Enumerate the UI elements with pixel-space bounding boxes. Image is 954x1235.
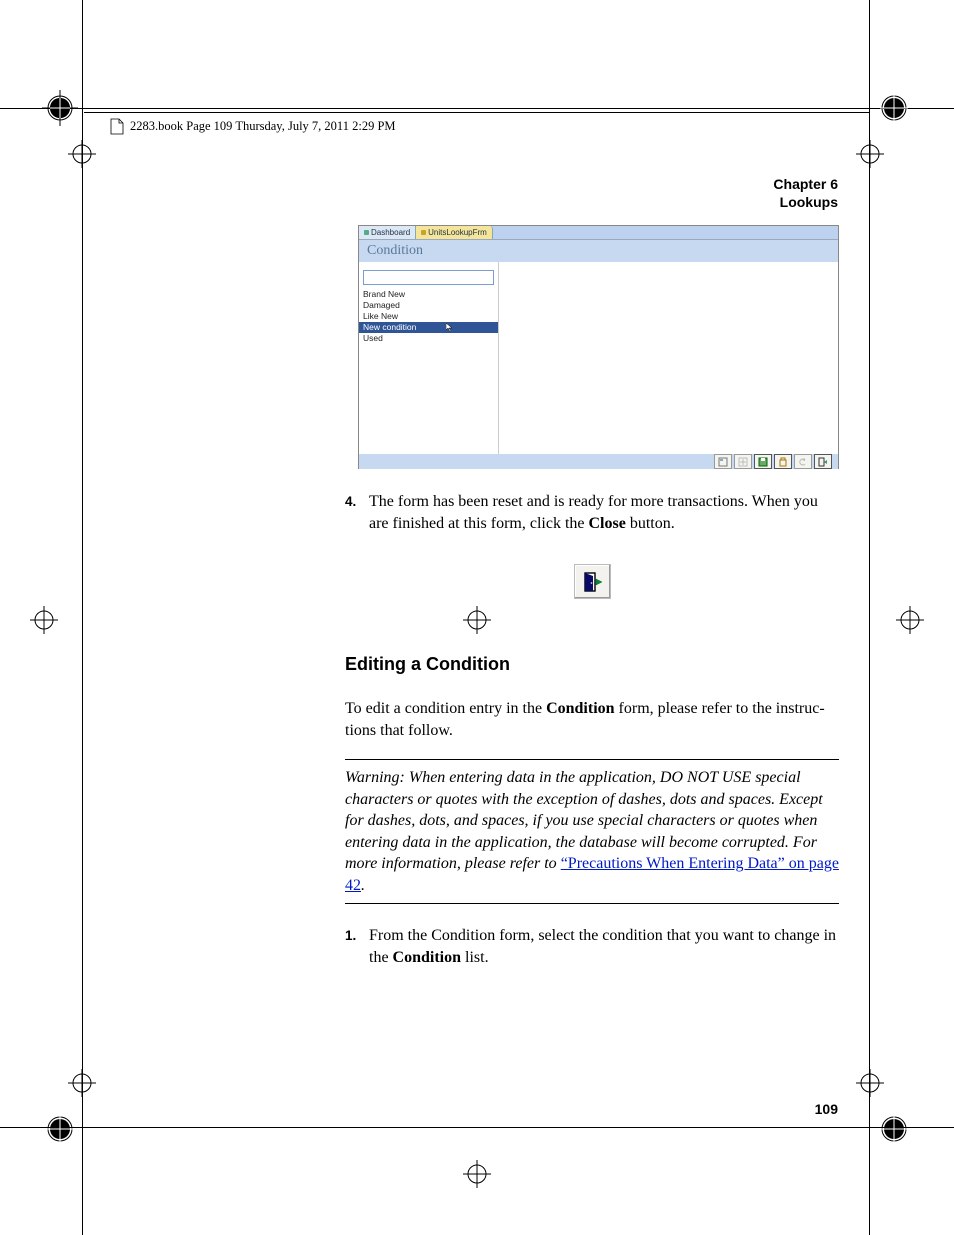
form-title: Condition [359,240,838,262]
form-toolbar [359,454,838,469]
undo-button[interactable] [794,454,812,469]
edit-button[interactable] [714,454,732,469]
close-label: Close [588,515,625,532]
new-button[interactable] [734,454,752,469]
step-text: list. [461,949,489,966]
chapter-title: Lookups [773,193,838,211]
condition-list[interactable]: Brand New Damaged Like New New condition… [359,289,498,344]
crosshair-icon [68,1069,96,1097]
list-item[interactable]: Like New [359,311,498,322]
warning-period: . [361,877,365,894]
page-icon [110,118,124,135]
tab-units-lookup[interactable]: UnitsLookupFrm [416,226,493,239]
step-number: 1. [345,927,356,945]
registration-mark-icon [42,1111,78,1147]
registration-mark-icon [876,1111,912,1147]
tab-label: Dashboard [371,228,410,237]
warning-block: Warning: When entering data in the appli… [345,759,839,904]
crop-rule-left [82,0,83,1235]
step-4: 4. The form has been reset and is ready … [345,491,839,534]
chapter-number: Chapter 6 [773,175,838,193]
condition-label: Condition [546,700,614,717]
crosshair-icon [30,606,58,634]
chapter-header: Chapter 6 Lookups [773,175,838,211]
crop-rule-right [869,0,870,1235]
registration-mark-icon [42,90,78,126]
tab-dashboard[interactable]: Dashboard [359,226,416,239]
warning-rule-bottom [345,903,839,904]
close-button[interactable] [814,454,832,469]
list-item[interactable]: Brand New [359,289,498,300]
step-number: 4. [345,493,356,511]
crosshair-icon [463,606,491,634]
crosshair-icon [896,606,924,634]
condition-form-screenshot: Dashboard UnitsLookupFrm Condition Brand… [358,225,839,469]
list-item-label: New condition [363,322,416,333]
registration-mark-icon [876,90,912,126]
para-text: To edit a condition entry in the [345,700,546,717]
list-panel: Brand New Damaged Like New New condition… [359,262,499,454]
condition-label: Condition [393,949,461,966]
save-button[interactable] [754,454,772,469]
header-rule [84,112,870,113]
running-header-text: 2283.book Page 109 Thursday, July 7, 201… [130,119,396,134]
crosshair-icon [856,140,884,168]
filter-input[interactable] [363,270,494,285]
cursor-icon [446,323,453,333]
list-item[interactable]: Used [359,333,498,344]
warning-lead: Warning: [345,769,409,786]
list-item[interactable]: Damaged [359,300,498,311]
crop-rule-top [0,108,954,109]
close-button-graphic [574,564,611,599]
tab-bar: Dashboard UnitsLookupFrm [359,226,838,240]
crosshair-icon [856,1069,884,1097]
crosshair-icon [463,1160,491,1188]
running-header: 2283.book Page 109 Thursday, July 7, 201… [110,118,396,135]
section-heading: Editing a Condition [345,654,510,675]
page-number: 109 [815,1101,838,1117]
list-item-selected[interactable]: New condition [359,322,498,333]
crop-rule-bottom [0,1127,954,1128]
tab-dot-icon [364,230,369,235]
intro-paragraph: To edit a condition entry in the Conditi… [345,698,839,741]
tab-dot-icon [421,230,426,235]
door-exit-icon [582,571,604,593]
step-text: button. [626,515,675,532]
delete-button[interactable] [774,454,792,469]
detail-panel [499,262,838,454]
crosshair-icon [68,140,96,168]
step-1: 1. From the Condition form, select the c… [345,925,839,968]
tab-label: UnitsLookupFrm [428,228,487,237]
